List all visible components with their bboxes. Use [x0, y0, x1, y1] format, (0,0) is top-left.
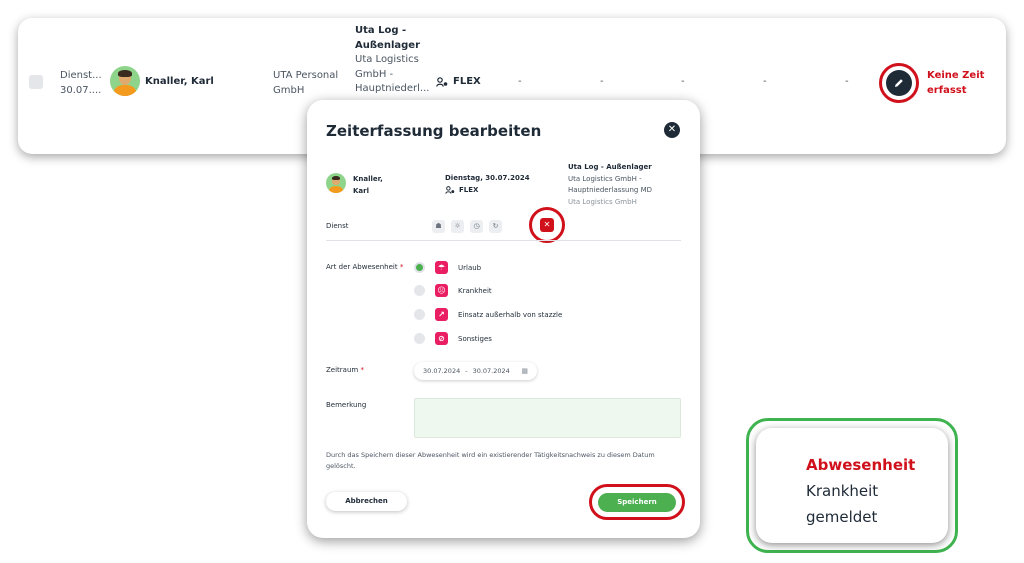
remark-textarea[interactable]	[414, 398, 681, 438]
date-range-input[interactable]: 30.07.2024 - 30.07.2024 ▦	[414, 362, 537, 380]
edit-time-modal: Zeiterfassung bearbeiten ✕ Knaller, Karl…	[307, 100, 700, 538]
radio[interactable]	[414, 333, 425, 344]
pencil-icon	[895, 79, 903, 87]
shift-label: FLEX	[453, 76, 481, 87]
modal-shift-label: FLEX	[459, 186, 479, 194]
date-separator: -	[465, 367, 468, 375]
option-einsatz[interactable]: ↗ Einsatz außerhalb von stazzle	[414, 308, 562, 321]
company-cell: UTA Personal GmbH	[273, 68, 338, 98]
site-line3: Hauptniederl...	[355, 83, 430, 94]
absence-highlight-ring: ✕	[529, 207, 565, 243]
row-date-cell: Dienst... 30.07....	[60, 68, 102, 98]
required-mark: *	[360, 366, 364, 374]
modal-site-line2: Hauptniederlassung MD	[568, 186, 652, 194]
x-icon: ✕	[543, 220, 551, 229]
save-highlight-ring: Speichern	[589, 484, 685, 520]
site-cell: Uta Log - Außenlager Uta Logistics GmbH …	[355, 24, 430, 97]
edit-button[interactable]	[886, 70, 912, 96]
absence-button[interactable]: ✕	[540, 218, 554, 232]
required-mark: *	[399, 263, 404, 271]
calendar-icon: ▦	[521, 367, 528, 375]
row-dienst-label: Dienst...	[60, 70, 102, 81]
close-icon: ✕	[667, 124, 677, 135]
status-line1: Keine Zeit	[927, 70, 985, 81]
row-date-label: 30.07....	[60, 85, 102, 96]
sick-icon: ☹	[435, 284, 448, 297]
divider	[326, 240, 681, 241]
radio[interactable]	[414, 285, 425, 296]
empty-value: -	[518, 76, 522, 87]
modal-site-line1: Uta Logistics GmbH -	[568, 174, 642, 183]
remark-label: Bemerkung	[326, 401, 367, 409]
edit-highlight-ring	[879, 63, 919, 103]
person-icon[interactable]: ☗	[432, 220, 445, 233]
status-callout-card: Abwesenheit Krankheit gemeldet	[756, 428, 948, 543]
option-krankheit[interactable]: ☹ Krankheit	[414, 284, 492, 297]
modal-site: Uta Log - Außenlager Uta Logistics GmbH …	[568, 162, 652, 208]
company-line2: GmbH	[273, 85, 305, 96]
site-line2: GmbH -	[355, 68, 394, 80]
status-callout: Abwesenheit Krankheit gemeldet	[746, 418, 958, 553]
employee-name-line2: Karl	[353, 187, 369, 195]
option-label: Urlaub	[458, 263, 482, 272]
site-title-line1: Uta Log -	[355, 25, 407, 36]
umbrella-icon: ☂	[435, 261, 448, 274]
callout-line2: Krankheit	[806, 482, 879, 500]
modal-shift: FLEX	[445, 186, 478, 194]
cancel-button[interactable]: Abbrechen	[326, 492, 407, 511]
dienst-type-selector: ☗ ☼ ◷ ↻	[432, 220, 502, 233]
radio-selected[interactable]	[414, 262, 425, 273]
employee-name: Knaller, Karl	[145, 76, 214, 87]
site-line1: Uta Logistics	[355, 54, 419, 65]
sun-icon[interactable]: ☼	[451, 220, 464, 233]
absence-type-label: Art der Abwesenheit *	[326, 263, 403, 271]
callout-title: Abwesenheit	[806, 456, 916, 474]
delete-notice: Durch das Speichern dieser Abwesenheit w…	[326, 451, 655, 470]
close-button[interactable]: ✕	[664, 122, 680, 138]
modal-date: Dienstag, 30.07.2024	[445, 174, 530, 182]
option-sonstiges[interactable]: ⊘ Sonstiges	[414, 332, 492, 345]
callout-line3: gemeldet	[806, 508, 878, 526]
modal-employee-name: Knaller, Karl	[353, 173, 403, 197]
period-text: Zeitraum	[326, 366, 359, 374]
external-icon: ↗	[435, 308, 448, 321]
save-button[interactable]: Speichern	[598, 492, 676, 512]
date-to: 30.07.2024	[472, 367, 510, 375]
prohibited-icon: ⊘	[435, 332, 448, 345]
modal-title: Zeiterfassung bearbeiten	[326, 122, 542, 140]
clock-icon[interactable]: ◷	[470, 220, 483, 233]
empty-value: -	[763, 76, 767, 87]
radio[interactable]	[414, 309, 425, 320]
empty-value: -	[845, 76, 849, 87]
dienst-label: Dienst	[326, 222, 349, 230]
modal-site-title: Uta Log - Außenlager	[568, 163, 652, 171]
empty-value: -	[600, 76, 604, 87]
absence-type-text: Art der Abwesenheit	[326, 263, 398, 271]
option-label: Sonstiges	[458, 334, 492, 343]
option-label: Einsatz außerhalb von stazzle	[458, 310, 563, 319]
status-label: Keine Zeit erfasst	[927, 68, 984, 98]
refresh-icon[interactable]: ↻	[489, 220, 502, 233]
modal-site-line3: Uta Logistics GmbH	[568, 197, 637, 206]
avatar	[326, 173, 346, 193]
avatar	[110, 66, 140, 96]
status-line2: erfasst	[927, 85, 967, 96]
shift-cell: FLEX	[436, 76, 481, 87]
site-title-line2: Außenlager	[355, 39, 420, 51]
row-checkbox[interactable]	[29, 75, 43, 89]
person-icon	[445, 186, 455, 194]
option-label: Krankheit	[458, 286, 492, 295]
company-line1: UTA Personal	[273, 70, 339, 81]
employee-name-line1: Knaller,	[353, 175, 383, 183]
empty-value: -	[681, 76, 685, 87]
date-from: 30.07.2024	[423, 367, 461, 375]
option-urlaub[interactable]: ☂ Urlaub	[414, 261, 481, 274]
person-icon	[436, 76, 448, 87]
period-label: Zeitraum *	[326, 366, 364, 374]
